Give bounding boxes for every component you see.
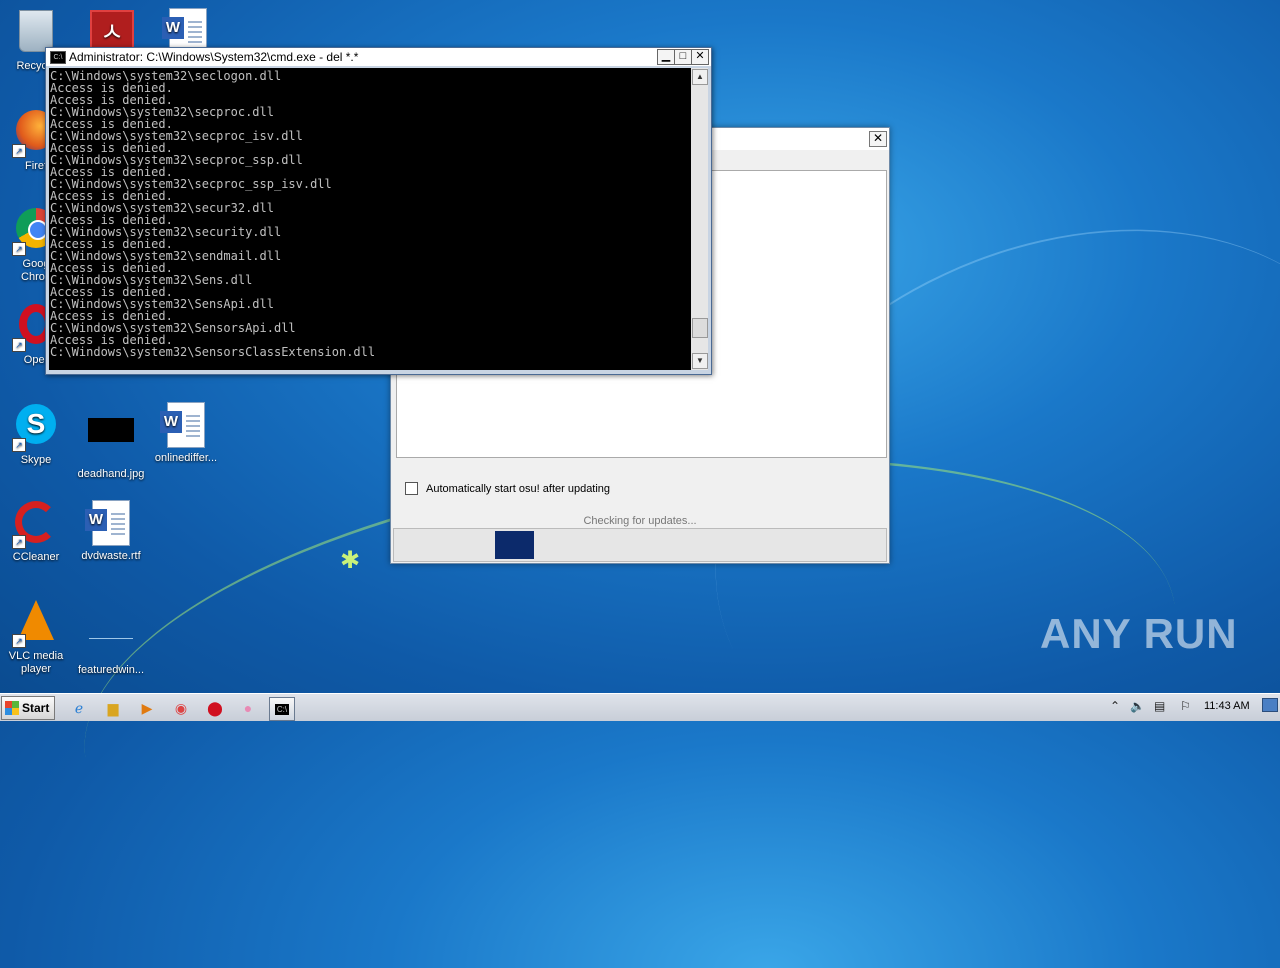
action-center-flag-icon[interactable]: ⚐ xyxy=(1180,699,1191,713)
desktop-icon-dvdwaste[interactable]: W dvdwaste.rtf xyxy=(73,498,149,562)
maximize-icon: □ xyxy=(679,50,687,62)
desktop-icon-deadhand[interactable]: deadhand.jpg xyxy=(73,400,149,480)
explorer-folder-icon: ▆ xyxy=(107,699,119,716)
update-status-text: Checking for updates... xyxy=(583,515,697,527)
desktop-icon-label: CCleaner xyxy=(12,551,60,563)
desktop-icon-label: deadhand.jpg xyxy=(77,468,145,480)
scroll-down-button[interactable]: ▼ xyxy=(692,353,708,369)
cmd-icon: C:\ xyxy=(50,51,66,64)
taskbar-chrome[interactable]: ◉ xyxy=(169,697,193,719)
chevron-up-icon: ⌃ xyxy=(1110,699,1121,713)
scroll-up-button[interactable]: ▲ xyxy=(692,69,708,85)
network-icon[interactable]: ▤ xyxy=(1154,699,1165,713)
windows-logo-icon xyxy=(5,701,19,715)
desktop-icon-onlinediffer[interactable]: W onlinediffer... xyxy=(148,400,224,464)
desktop-icon-skype[interactable]: S ↗ Skype xyxy=(0,400,74,466)
shortcut-arrow-icon: ↗ xyxy=(12,144,26,158)
desktop-icon-label: Skype xyxy=(20,454,52,466)
console-output[interactable]: C:\Windows\system32\seclogon.dll Access … xyxy=(49,68,691,370)
recycle-bin-icon xyxy=(19,10,53,52)
opera-icon: ⬤ xyxy=(207,699,223,716)
image-file-icon xyxy=(88,418,134,442)
minimize-icon: ▁ xyxy=(661,50,671,62)
watermark-logo: ANY RUN xyxy=(1040,610,1238,657)
taskbar-cmd[interactable]: C:\ xyxy=(269,697,295,721)
start-button[interactable]: Start xyxy=(1,696,55,720)
file-icon xyxy=(89,614,133,639)
taskbar-internet-explorer[interactable]: ℯ xyxy=(67,697,91,719)
cmd-window: C:\ Administrator: C:\Windows\System32\c… xyxy=(45,47,712,375)
shortcut-arrow-icon: ↗ xyxy=(12,634,26,648)
show-desktop-button[interactable] xyxy=(1262,698,1278,712)
word-document-icon: W xyxy=(85,500,130,546)
wallpaper-sparkle: ✱ xyxy=(340,547,361,574)
media-player-icon: ▶ xyxy=(141,699,153,716)
word-document-icon: W xyxy=(160,402,205,448)
taskbar-osu[interactable]: ● xyxy=(236,697,260,719)
cmd-window-title: Administrator: C:\Windows\System32\cmd.e… xyxy=(69,50,359,64)
cmd-titlebar[interactable]: C:\ Administrator: C:\Windows\System32\c… xyxy=(46,48,711,66)
taskbar-opera[interactable]: ⬤ xyxy=(203,697,227,719)
osu-icon: ● xyxy=(243,700,253,716)
desktop-icon-label: featuredwin... xyxy=(77,664,145,676)
console-lines: C:\Windows\system32\seclogon.dll Access … xyxy=(50,69,376,359)
volume-icon[interactable]: 🔈 xyxy=(1130,699,1145,713)
desktop-icon-label: VLC media player xyxy=(8,650,64,675)
arrow-up-icon: ▲ xyxy=(696,72,704,81)
chrome-icon: ◉ xyxy=(174,699,188,716)
shortcut-arrow-icon: ↗ xyxy=(12,535,26,549)
auto-start-checkbox[interactable] xyxy=(405,482,418,495)
close-icon: ✕ xyxy=(695,50,705,62)
internet-explorer-icon: ℯ xyxy=(74,699,84,716)
vertical-scrollbar[interactable]: ▲ ▼ xyxy=(691,68,708,370)
shortcut-arrow-icon: ↗ xyxy=(12,242,26,256)
taskbar-media-player[interactable]: ▶ xyxy=(135,697,159,719)
shortcut-arrow-icon: ↗ xyxy=(12,438,26,452)
close-button[interactable]: ✕ xyxy=(691,49,709,65)
desktop-icon-featuredwin[interactable]: featuredwin... xyxy=(73,596,149,676)
desktop-icon-label: dvdwaste.rtf xyxy=(81,550,141,562)
desktop-icon-label: onlinediffer... xyxy=(154,452,218,464)
show-hidden-icons-button[interactable]: ⌃ xyxy=(1110,699,1120,713)
minimize-button[interactable]: ▁ xyxy=(657,49,675,65)
shortcut-arrow-icon: ↗ xyxy=(12,338,26,352)
maximize-button[interactable]: □ xyxy=(674,49,692,65)
taskbar: Start ℯ ▆ ▶ ◉ ⬤ ● C:\ ⌃ 🔈 ▤ ⚐ 11:43 AM xyxy=(0,693,1280,721)
taskbar-explorer[interactable]: ▆ xyxy=(101,697,125,719)
auto-start-option[interactable]: Automatically start osu! after updating xyxy=(405,482,610,495)
clock[interactable]: 11:43 AM xyxy=(1204,700,1250,712)
update-progress-fill xyxy=(495,531,534,559)
arrow-down-icon: ▼ xyxy=(696,356,704,365)
scrollbar-thumb[interactable] xyxy=(692,318,708,338)
desktop-icon-vlc[interactable]: ↗ VLC media player xyxy=(0,596,74,676)
close-icon: ✕ xyxy=(872,131,884,145)
cmd-icon: C:\ xyxy=(274,703,290,715)
desktop-icon-ccleaner[interactable]: ↗ CCleaner xyxy=(0,498,74,563)
start-label: Start xyxy=(22,701,50,715)
close-button[interactable]: ✕ xyxy=(869,131,887,147)
update-progress-bar xyxy=(393,528,887,562)
auto-start-label: Automatically start osu! after updating xyxy=(426,482,611,495)
